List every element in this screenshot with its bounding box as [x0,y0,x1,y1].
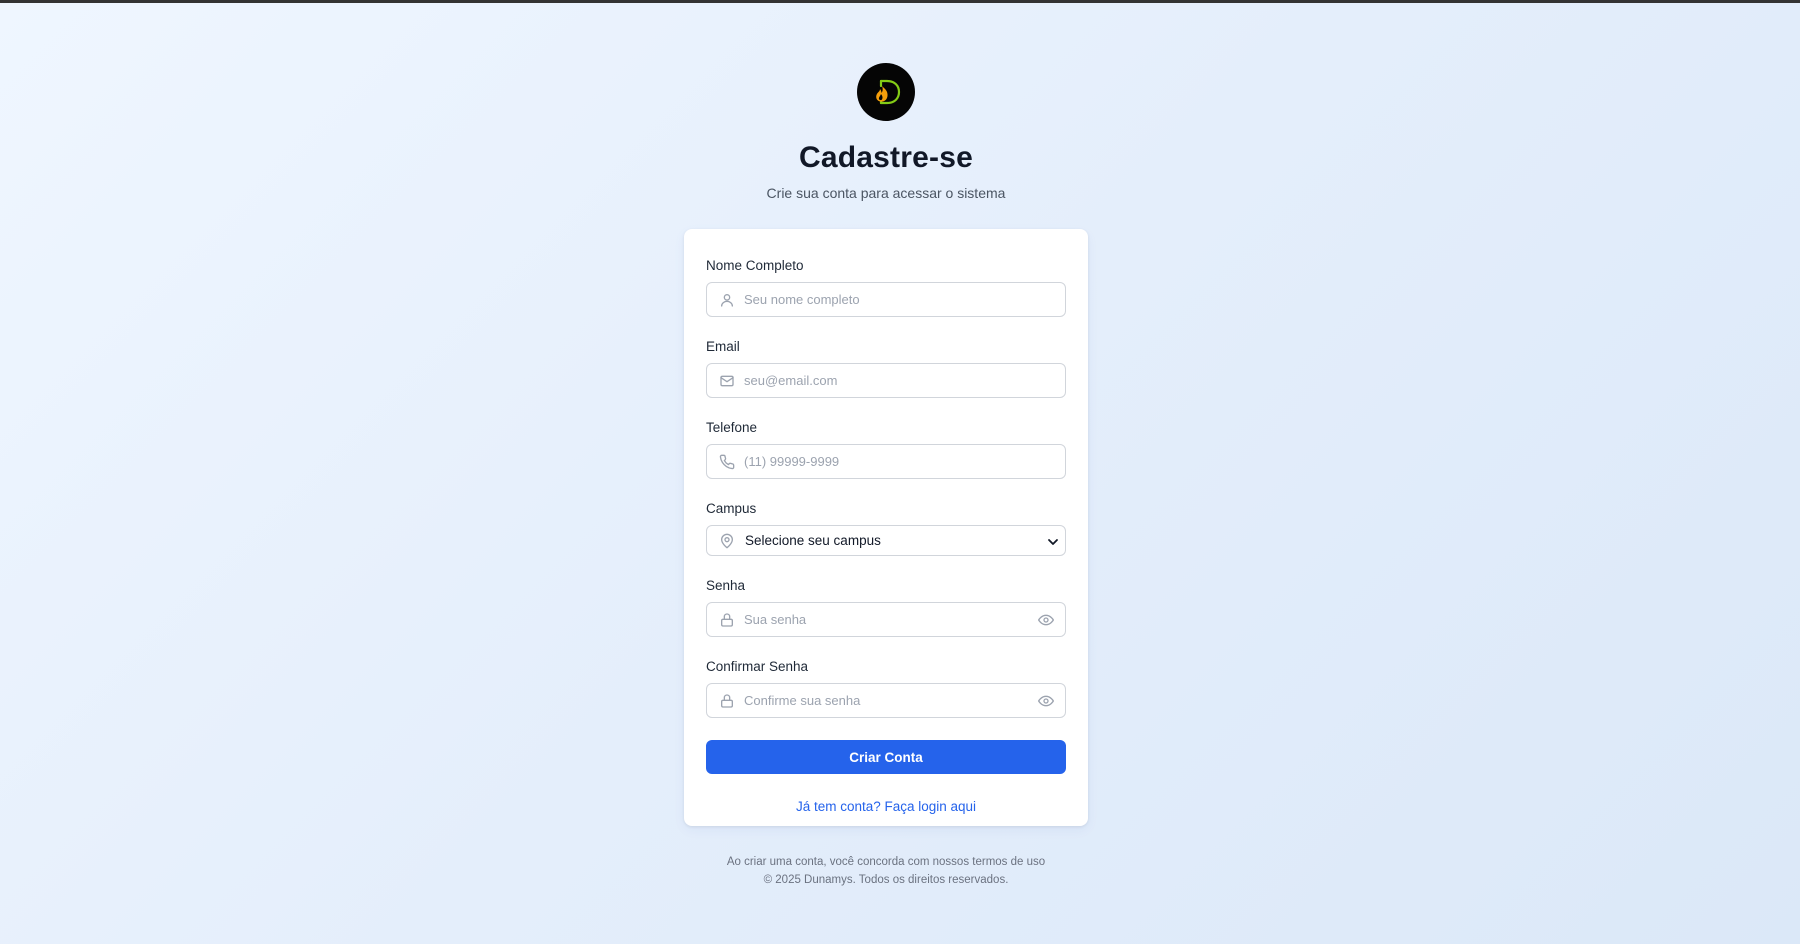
phone-input[interactable] [707,445,1065,478]
email-label: Email [706,339,740,354]
password-input-wrapper [706,602,1066,637]
password-label: Senha [706,578,746,593]
signup-form-card: Nome Completo Email Telefone Campus [684,229,1088,826]
terms-notice: Ao criar uma conta, você concorda com no… [726,856,1046,868]
show-confirm-password-eye-icon[interactable] [1037,692,1055,710]
email-field-group: Email [706,339,1066,398]
copyright-notice: © 2025 Dunamys. Todos os direitos reserv… [763,874,1009,886]
name-input-wrapper [706,282,1066,317]
name-label: Nome Completo [706,258,804,273]
page-header: Cadastre-se Crie sua conta para acessar … [0,63,1772,201]
password-input[interactable] [707,603,1065,636]
page-title: Cadastre-se [799,141,973,174]
campus-select[interactable]: Selecione seu campus [707,526,1065,555]
email-input-wrapper [706,363,1066,398]
window-top-bar [0,0,1800,3]
login-link[interactable]: Já tem conta? Faça login aqui [706,799,1066,814]
dunamys-flame-logo-icon [876,79,901,105]
page-subtitle: Crie sua conta para acessar o sistema [766,185,1006,201]
phone-field-group: Telefone [706,420,1066,479]
dunamys-logo-icon [857,63,915,121]
email-input[interactable] [707,364,1065,397]
show-password-eye-icon[interactable] [1037,611,1055,629]
confirm-password-input-wrapper [706,683,1066,718]
campus-field-group: Campus Selecione seu campus [706,501,1066,556]
confirm-password-label: Confirmar Senha [706,659,809,674]
page-footer: Ao criar uma conta, você concorda com no… [0,853,1772,889]
name-field-group: Nome Completo [706,258,1066,317]
phone-input-wrapper [706,444,1066,479]
password-field-group: Senha [706,578,1066,637]
create-account-button[interactable]: Criar Conta [706,740,1066,774]
confirm-password-field-group: Confirmar Senha [706,659,1066,718]
campus-label: Campus [706,501,757,516]
campus-select-wrapper: Selecione seu campus [706,525,1066,556]
phone-label: Telefone [706,420,758,435]
confirm-password-input[interactable] [707,684,1065,717]
full-name-input[interactable] [707,283,1065,316]
